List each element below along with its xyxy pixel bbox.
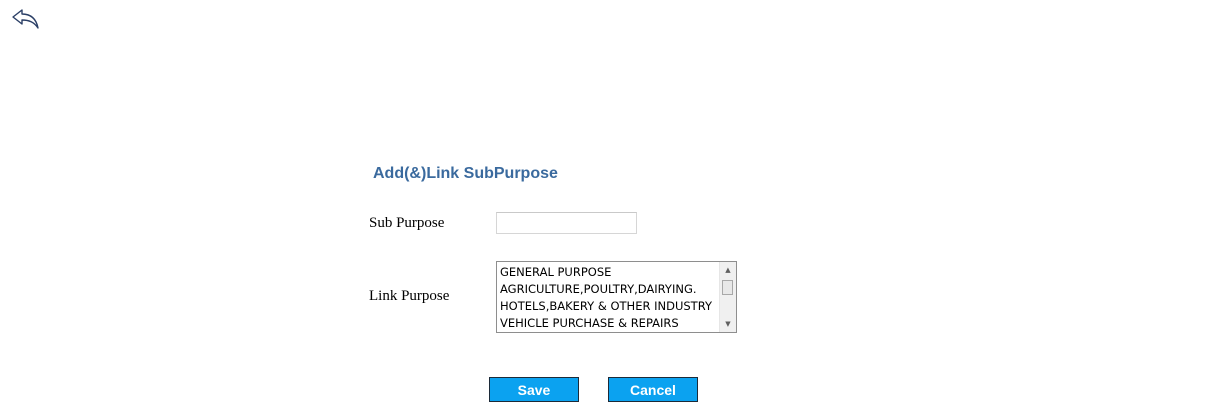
- link-purpose-label: Link Purpose: [369, 288, 450, 304]
- scroll-down-icon[interactable]: ▼: [720, 316, 736, 332]
- sub-purpose-label: Sub Purpose: [369, 215, 445, 231]
- list-item[interactable]: AGRICULTURE,POULTRY,DAIRYING.: [500, 281, 719, 298]
- list-item[interactable]: HOTELS,BAKERY & OTHER INDUSTRY: [500, 298, 719, 315]
- link-purpose-options: GENERAL PURPOSE AGRICULTURE,POULTRY,DAIR…: [497, 264, 719, 332]
- back-button[interactable]: [10, 8, 42, 34]
- list-item[interactable]: GENERAL PURPOSE: [500, 264, 719, 281]
- listbox-scrollbar[interactable]: ▲ ▼: [719, 262, 736, 332]
- link-purpose-listbox[interactable]: GENERAL PURPOSE AGRICULTURE,POULTRY,DAIR…: [496, 261, 737, 333]
- save-button[interactable]: Save: [489, 377, 579, 402]
- page-title: Add(&)Link SubPurpose: [373, 165, 558, 182]
- scroll-thumb[interactable]: [722, 280, 733, 295]
- back-arrow-icon: [12, 9, 39, 29]
- sub-purpose-input[interactable]: [496, 212, 637, 234]
- scroll-up-icon[interactable]: ▲: [720, 262, 736, 278]
- cancel-button[interactable]: Cancel: [608, 377, 698, 402]
- list-item[interactable]: VEHICLE PURCHASE & REPAIRS: [500, 315, 719, 332]
